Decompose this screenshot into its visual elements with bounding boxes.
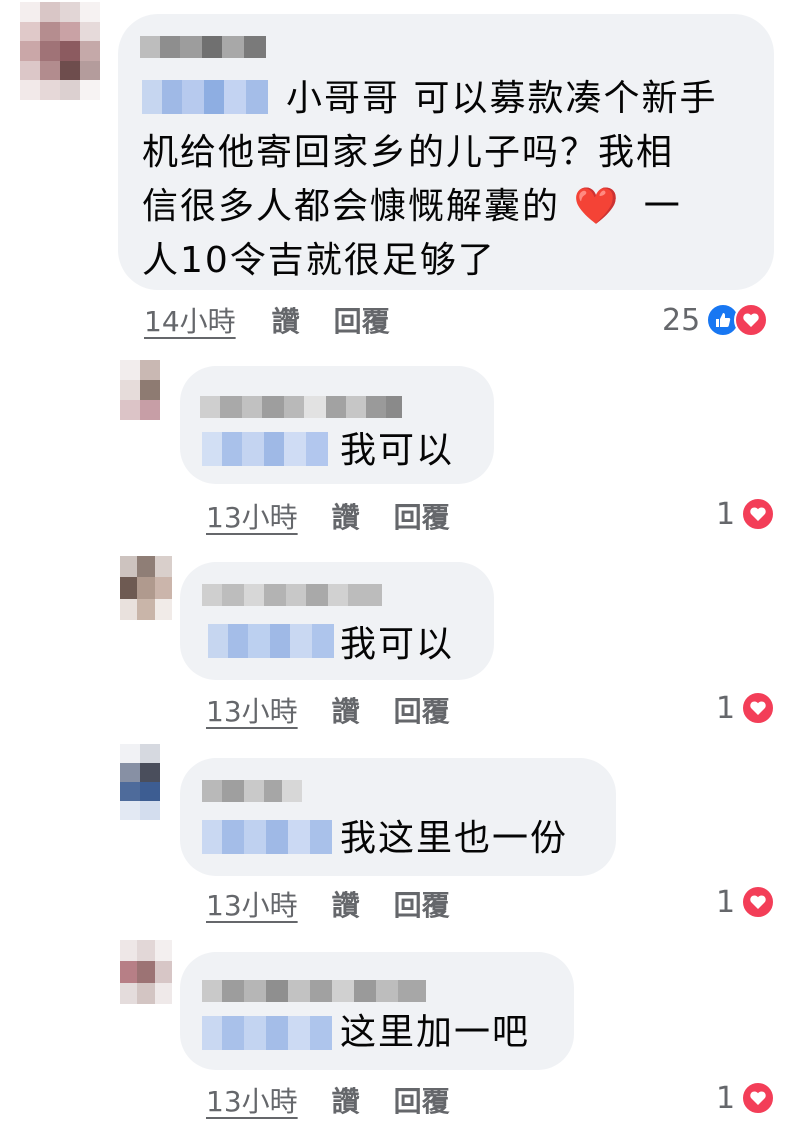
like-button[interactable]: 讚 bbox=[332, 884, 360, 924]
reaction-summary[interactable]: 1 bbox=[716, 494, 776, 534]
comment-text: 这里加一吧 bbox=[340, 1012, 531, 1053]
tagged-user[interactable] bbox=[208, 624, 334, 658]
timestamp-link[interactable]: 13小時 bbox=[206, 1080, 298, 1120]
comment-text: 我这里也一份 bbox=[340, 818, 569, 859]
timestamp-link[interactable]: 13小時 bbox=[206, 690, 298, 730]
tagged-user[interactable] bbox=[202, 820, 332, 854]
commenter-name[interactable] bbox=[202, 780, 302, 802]
commenter-name[interactable] bbox=[202, 980, 428, 1002]
comment-meta: 13小時 讚 回覆 bbox=[206, 498, 450, 534]
love-icon bbox=[741, 885, 776, 919]
reaction-count: 1 bbox=[716, 1080, 736, 1116]
comment-text: 信很多人都会慷慨解囊的 ❤️ 一 bbox=[142, 180, 682, 234]
comment-text: 人10令吉就很足够了 bbox=[142, 240, 496, 281]
tagged-user[interactable] bbox=[202, 1016, 332, 1050]
commenter-name[interactable] bbox=[140, 36, 266, 58]
like-button[interactable]: 讚 bbox=[332, 496, 360, 536]
love-icon bbox=[734, 303, 769, 337]
comment-meta: 14小時 讚 回覆 bbox=[144, 302, 390, 338]
avatar[interactable] bbox=[20, 2, 100, 100]
reply-button[interactable]: 回覆 bbox=[334, 300, 390, 340]
like-button[interactable]: 讚 bbox=[332, 1080, 360, 1120]
reaction-count: 1 bbox=[716, 690, 736, 726]
comment-text-segment: 信很多人都会慷慨解囊的 bbox=[142, 186, 561, 227]
comment-meta: 13小時 讚 回覆 bbox=[206, 1082, 450, 1118]
timestamp-link[interactable]: 14小時 bbox=[144, 300, 236, 340]
reaction-summary[interactable]: 1 bbox=[716, 882, 776, 922]
reaction-summary[interactable]: 25 bbox=[662, 300, 769, 340]
reaction-summary[interactable]: 1 bbox=[716, 688, 776, 728]
avatar[interactable] bbox=[120, 360, 160, 420]
comment-bubble: 我可以 bbox=[180, 366, 494, 484]
like-button[interactable]: 讚 bbox=[272, 300, 300, 340]
love-icon bbox=[741, 1081, 776, 1115]
reply-button[interactable]: 回覆 bbox=[394, 496, 450, 536]
heart-emoji: ❤️ bbox=[573, 186, 621, 227]
reaction-count: 1 bbox=[716, 884, 736, 920]
tagged-user[interactable] bbox=[142, 80, 268, 114]
avatar[interactable] bbox=[120, 940, 172, 1004]
comment-meta: 13小時 讚 回覆 bbox=[206, 692, 450, 728]
timestamp-link[interactable]: 13小時 bbox=[206, 496, 298, 536]
reply-button[interactable]: 回覆 bbox=[394, 690, 450, 730]
reply-button[interactable]: 回覆 bbox=[394, 1080, 450, 1120]
reaction-summary[interactable]: 1 bbox=[716, 1078, 776, 1118]
commenter-name[interactable] bbox=[200, 396, 402, 418]
reply-button[interactable]: 回覆 bbox=[394, 884, 450, 924]
comment-bubble: 小哥哥 可以募款凑个新手 机给他寄回家乡的儿子吗？我相 信很多人都会慷慨解囊的 … bbox=[118, 14, 774, 290]
comment-text: 小哥哥 可以募款凑个新手 bbox=[286, 78, 718, 119]
tagged-user[interactable] bbox=[202, 432, 328, 466]
reaction-count: 1 bbox=[716, 496, 736, 532]
comment-meta: 13小時 讚 回覆 bbox=[206, 886, 450, 922]
commenter-name[interactable] bbox=[202, 584, 382, 606]
comment-text-segment: 一 bbox=[643, 186, 682, 227]
comment-bubble: 我这里也一份 bbox=[180, 758, 616, 876]
comment-text: 机给他寄回家乡的儿子吗？我相 bbox=[142, 132, 675, 173]
like-button[interactable]: 讚 bbox=[332, 690, 360, 730]
reaction-count: 25 bbox=[662, 302, 701, 338]
comment-text: 我可以 bbox=[340, 430, 455, 471]
comment-bubble: 我可以 bbox=[180, 562, 494, 680]
timestamp-link[interactable]: 13小時 bbox=[206, 884, 298, 924]
love-icon bbox=[741, 497, 776, 531]
love-icon bbox=[741, 691, 776, 725]
comment-bubble: 这里加一吧 bbox=[180, 952, 574, 1070]
comment-text: 我可以 bbox=[340, 624, 455, 665]
avatar[interactable] bbox=[120, 744, 160, 820]
avatar[interactable] bbox=[120, 556, 172, 620]
